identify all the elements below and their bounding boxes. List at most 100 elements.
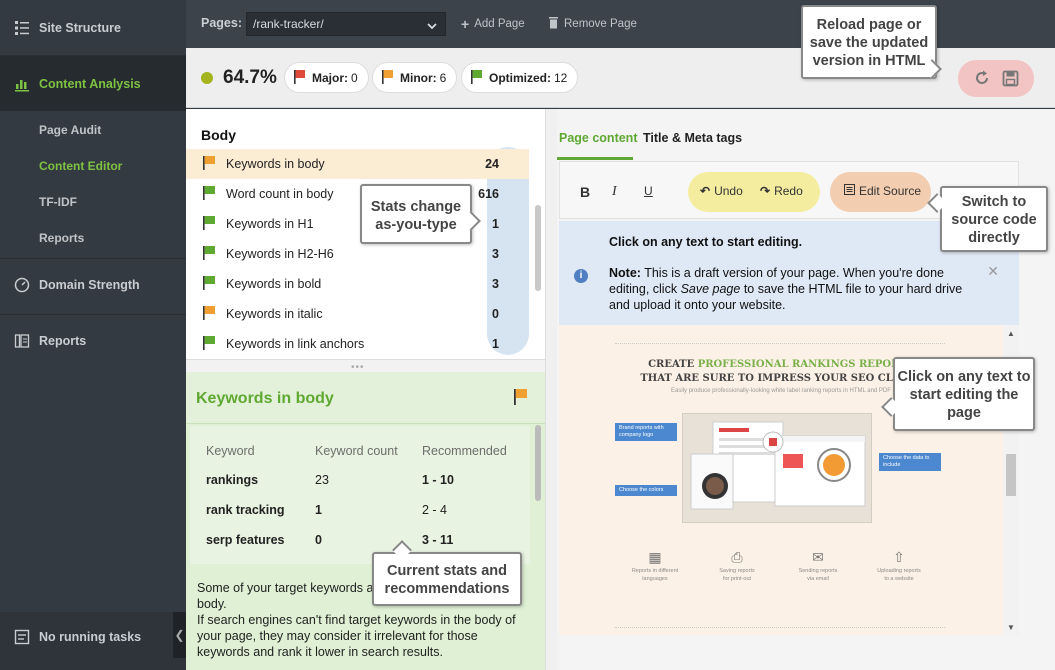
note-save: Save page bbox=[680, 282, 741, 296]
undo-label: Undo bbox=[714, 184, 743, 198]
detail-header: Keywords in body bbox=[186, 372, 545, 424]
feature-line: via email bbox=[807, 576, 829, 582]
keyword-cell: rankings bbox=[206, 473, 259, 487]
orange-flag-icon bbox=[513, 388, 528, 408]
factor-label: Keywords in link anchors bbox=[226, 337, 365, 351]
divider bbox=[615, 343, 945, 344]
trash-icon bbox=[548, 16, 559, 32]
source-code-icon bbox=[844, 184, 855, 198]
tab-title-meta[interactable]: Title & Meta tags bbox=[643, 131, 742, 145]
preview-scroll-thumb[interactable] bbox=[1006, 454, 1016, 496]
col-header-recommended: Recommended bbox=[422, 444, 507, 458]
vertical-splitter[interactable] bbox=[545, 109, 557, 670]
tasks-label: No running tasks bbox=[39, 630, 142, 644]
body-panel-scrollbar[interactable] bbox=[535, 205, 541, 291]
detail-scrollbar[interactable] bbox=[535, 425, 541, 501]
factor-row[interactable]: Keywords in bold 3 bbox=[186, 269, 529, 299]
tasks-icon bbox=[14, 629, 30, 645]
sidebar-item-label: Content Analysis bbox=[39, 76, 141, 91]
info-icon: i bbox=[574, 269, 588, 283]
bold-button[interactable]: B bbox=[580, 184, 590, 200]
orange-flag-icon bbox=[381, 69, 394, 87]
recommended-cell: 3 - 11 bbox=[422, 533, 454, 547]
feature-line: languages bbox=[642, 576, 668, 582]
reports-icon bbox=[14, 333, 30, 349]
factor-label: Keywords in H1 bbox=[226, 217, 314, 231]
factor-row[interactable]: Keywords in link anchors 1 bbox=[186, 329, 529, 359]
save-icon[interactable] bbox=[1000, 68, 1020, 88]
sidebar-item-label: Domain Strength bbox=[39, 278, 140, 292]
factor-value: 616 bbox=[478, 187, 499, 201]
factor-value: 24 bbox=[485, 157, 499, 171]
edit-source-label: Edit Source bbox=[859, 184, 922, 198]
sidebar-item-content-analysis[interactable]: Content Analysis bbox=[0, 56, 186, 111]
optimized-filter[interactable]: Optimized: 12 bbox=[461, 62, 579, 93]
sidebar-sub-content-editor[interactable]: Content Editor bbox=[39, 159, 122, 173]
active-tab-indicator bbox=[557, 157, 633, 160]
remove-page-label: Remove Page bbox=[564, 18, 637, 30]
feature-line: Reports in different bbox=[631, 568, 679, 574]
sidebar-sub-page-audit[interactable]: Page Audit bbox=[39, 123, 101, 137]
redo-button[interactable]: ↷ Redo bbox=[760, 184, 803, 198]
count-cell: 0 bbox=[315, 533, 322, 547]
callout-tag-brand: Brand reports with company logo bbox=[615, 423, 677, 441]
feature-line: Uploading reports bbox=[877, 568, 921, 574]
sidebar-item-domain-strength[interactable]: Domain Strength bbox=[0, 270, 186, 300]
feature-upload[interactable]: ⇧ Uploading reports to a website bbox=[869, 550, 929, 583]
col-header-count: Keyword count bbox=[315, 444, 398, 458]
factor-row[interactable]: Keywords in body 24 bbox=[186, 149, 529, 179]
minor-issues-filter[interactable]: Minor: 6 bbox=[372, 62, 458, 93]
close-icon[interactable]: ✕ bbox=[987, 263, 999, 280]
sidebar-sub-tf-idf[interactable]: TF-IDF bbox=[39, 195, 77, 209]
factor-value: 1 bbox=[492, 217, 499, 231]
sidebar-item-reports[interactable]: Reports bbox=[0, 326, 186, 356]
feature-print[interactable]: ⎙ Saving reports for print-out bbox=[707, 550, 767, 583]
factor-detail-panel: Keywords in body Keyword Keyword count R… bbox=[186, 372, 545, 670]
recommended-cell: 2 - 4 bbox=[422, 503, 448, 517]
undo-button[interactable]: ↶ Undo bbox=[700, 184, 743, 198]
collapse-sidebar-button[interactable]: ❮ bbox=[173, 612, 186, 658]
horizontal-splitter[interactable]: ••• bbox=[186, 359, 545, 373]
recommendation-line: If search engines can't find target keyw… bbox=[197, 613, 516, 659]
plus-icon: + bbox=[461, 16, 470, 32]
scroll-down-icon[interactable]: ▼ bbox=[1007, 623, 1015, 632]
sidebar-sub-reports[interactable]: Reports bbox=[39, 231, 84, 245]
chevron-down-icon bbox=[427, 19, 437, 33]
tasks-status: No running tasks bbox=[0, 624, 186, 650]
report-screenshot-image bbox=[682, 413, 872, 523]
scroll-up-icon[interactable]: ▲ bbox=[1007, 329, 1015, 338]
tab-page-content[interactable]: Page content bbox=[559, 131, 638, 145]
feature-line: Saving reports bbox=[719, 568, 755, 574]
underline-button[interactable]: U bbox=[644, 184, 653, 198]
section-title: Body bbox=[201, 127, 236, 143]
add-page-button[interactable]: + Add Page bbox=[461, 16, 525, 32]
remove-page-button[interactable]: Remove Page bbox=[548, 16, 637, 32]
callout-click-edit: Click on any text to start editing the p… bbox=[893, 357, 1035, 431]
page-select[interactable]: /rank-tracker/ bbox=[246, 12, 446, 36]
factor-row[interactable]: Keywords in H2-H6 3 bbox=[186, 239, 529, 269]
col-header-keyword: Keyword bbox=[206, 444, 255, 458]
edit-source-button[interactable]: Edit Source bbox=[844, 184, 921, 198]
callout-tag-colors: Choose the colors bbox=[615, 485, 677, 496]
count-cell: 23 bbox=[315, 473, 329, 487]
count-cell: 1 bbox=[315, 503, 322, 517]
content-analysis-icon bbox=[14, 76, 30, 92]
factor-label: Keywords in body bbox=[226, 157, 325, 171]
undo-icon: ↶ bbox=[700, 184, 711, 198]
orange-flag-icon bbox=[202, 305, 216, 323]
factor-row[interactable]: Keywords in italic 0 bbox=[186, 299, 529, 329]
callout-current-stats: Current stats and recommendations bbox=[372, 552, 522, 606]
factor-row[interactable]: Word count in body 616 bbox=[186, 179, 529, 209]
feature-languages[interactable]: ▦ Reports in different languages bbox=[625, 550, 685, 583]
optimized-label: Optimized: bbox=[489, 70, 551, 85]
italic-button[interactable]: I bbox=[612, 184, 617, 200]
reload-icon[interactable] bbox=[972, 68, 992, 88]
sidebar-item-site-structure[interactable]: Site Structure bbox=[0, 0, 186, 55]
minor-count: 6 bbox=[439, 70, 447, 85]
callout-stats: Stats change as-you-type bbox=[360, 184, 472, 244]
keyword-cell: serp features bbox=[206, 533, 285, 547]
feature-email[interactable]: ✉ Sending reports via email bbox=[788, 550, 848, 583]
major-issues-filter[interactable]: Major: 0 bbox=[284, 62, 369, 93]
site-structure-icon bbox=[14, 20, 30, 36]
heading-part: PROFESSIONAL RANKINGS REPORTS bbox=[697, 359, 914, 370]
